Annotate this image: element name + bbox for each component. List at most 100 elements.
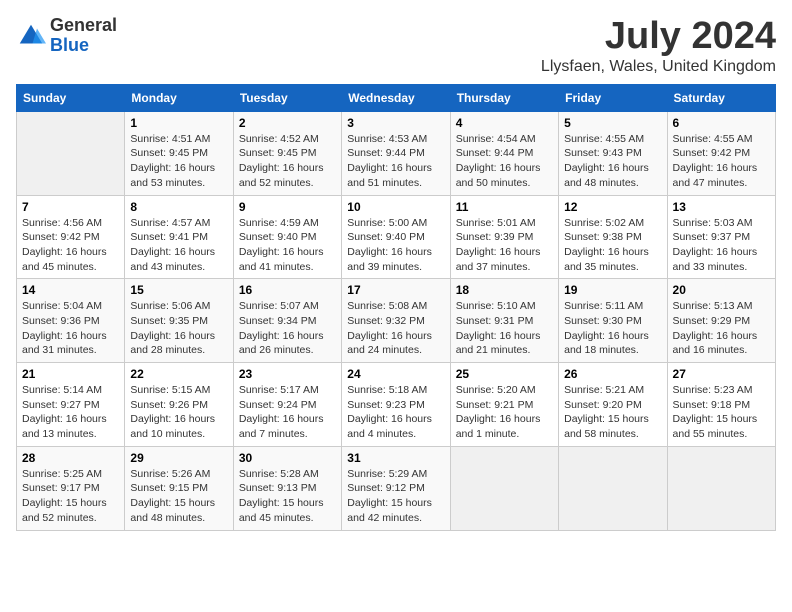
- day-number: 7: [22, 200, 119, 214]
- calendar-cell: [559, 446, 667, 530]
- day-number: 21: [22, 367, 119, 381]
- calendar-cell: 3 Sunrise: 4:53 AMSunset: 9:44 PMDaylight…: [342, 111, 450, 195]
- day-number: 11: [456, 200, 553, 214]
- weekday-header-cell: Monday: [125, 84, 233, 111]
- calendar-cell: 5 Sunrise: 4:55 AMSunset: 9:43 PMDaylight…: [559, 111, 667, 195]
- weekday-header-row: SundayMondayTuesdayWednesdayThursdayFrid…: [17, 84, 776, 111]
- calendar-cell: 14Sunrise: 5:04 AMSunset: 9:36 PMDayligh…: [17, 279, 125, 363]
- day-info: Sunrise: 5:21 AMSunset: 9:20 PMDaylight:…: [564, 383, 661, 442]
- page-subtitle: Llysfaen, Wales, United Kingdom: [541, 58, 776, 76]
- day-number: 2: [239, 116, 336, 130]
- day-info: Sunrise: 5:26 AMSunset: 9:15 PMDaylight:…: [130, 467, 227, 526]
- weekday-header-cell: Saturday: [667, 84, 775, 111]
- day-info: Sunrise: 5:03 AMSunset: 9:37 PMDaylight:…: [673, 216, 770, 275]
- calendar-cell: [450, 446, 558, 530]
- day-number: 19: [564, 283, 661, 297]
- day-number: 28: [22, 451, 119, 465]
- calendar-cell: 26 Sunrise: 5:21 AMSunset: 9:20 PMDayligh…: [559, 363, 667, 447]
- calendar-cell: 20Sunrise: 5:13 AMSunset: 9:29 PMDayligh…: [667, 279, 775, 363]
- day-number: 3: [347, 116, 444, 130]
- weekday-header-cell: Tuesday: [233, 84, 341, 111]
- day-number: 5: [564, 116, 661, 130]
- calendar-row: 7 Sunrise: 4:56 AMSunset: 9:42 PMDaylight…: [17, 195, 776, 279]
- calendar-cell: 10 Sunrise: 5:00 AMSunset: 9:40 PMDayligh…: [342, 195, 450, 279]
- calendar-cell: 25 Sunrise: 5:20 AMSunset: 9:21 PMDayligh…: [450, 363, 558, 447]
- day-info: Sunrise: 4:52 AMSunset: 9:45 PMDaylight:…: [239, 132, 336, 191]
- calendar-cell: 7 Sunrise: 4:56 AMSunset: 9:42 PMDaylight…: [17, 195, 125, 279]
- day-number: 26: [564, 367, 661, 381]
- logo-icon: [16, 21, 46, 51]
- day-number: 14: [22, 283, 119, 297]
- calendar-cell: 12Sunrise: 5:02 AMSunset: 9:38 PMDayligh…: [559, 195, 667, 279]
- day-info: Sunrise: 5:15 AMSunset: 9:26 PMDaylight:…: [130, 383, 227, 442]
- calendar-cell: 31Sunrise: 5:29 AMSunset: 9:12 PMDayligh…: [342, 446, 450, 530]
- day-number: 30: [239, 451, 336, 465]
- day-number: 17: [347, 283, 444, 297]
- day-info: Sunrise: 4:54 AMSunset: 9:44 PMDaylight:…: [456, 132, 553, 191]
- calendar-row: 28 Sunrise: 5:25 AMSunset: 9:17 PMDayligh…: [17, 446, 776, 530]
- day-info: Sunrise: 4:55 AMSunset: 9:42 PMDaylight:…: [673, 132, 770, 191]
- day-info: Sunrise: 5:00 AMSunset: 9:40 PMDaylight:…: [347, 216, 444, 275]
- day-number: 12: [564, 200, 661, 214]
- calendar-cell: 16Sunrise: 5:07 AMSunset: 9:34 PMDayligh…: [233, 279, 341, 363]
- day-info: Sunrise: 5:14 AMSunset: 9:27 PMDaylight:…: [22, 383, 119, 442]
- calendar-cell: 18 Sunrise: 5:10 AMSunset: 9:31 PMDayligh…: [450, 279, 558, 363]
- day-info: Sunrise: 5:17 AMSunset: 9:24 PMDaylight:…: [239, 383, 336, 442]
- day-info: Sunrise: 5:23 AMSunset: 9:18 PMDaylight:…: [673, 383, 770, 442]
- day-number: 27: [673, 367, 770, 381]
- day-info: Sunrise: 5:11 AMSunset: 9:30 PMDaylight:…: [564, 299, 661, 358]
- day-info: Sunrise: 5:08 AMSunset: 9:32 PMDaylight:…: [347, 299, 444, 358]
- calendar-cell: 9Sunrise: 4:59 AMSunset: 9:40 PMDaylight…: [233, 195, 341, 279]
- day-number: 18: [456, 283, 553, 297]
- day-number: 13: [673, 200, 770, 214]
- calendar-cell: 13 Sunrise: 5:03 AMSunset: 9:37 PMDayligh…: [667, 195, 775, 279]
- day-info: Sunrise: 5:13 AMSunset: 9:29 PMDaylight:…: [673, 299, 770, 358]
- calendar-cell: 27 Sunrise: 5:23 AMSunset: 9:18 PMDayligh…: [667, 363, 775, 447]
- logo-blue-text: Blue: [50, 35, 89, 55]
- day-number: 9: [239, 200, 336, 214]
- calendar-cell: 11 Sunrise: 5:01 AMSunset: 9:39 PMDayligh…: [450, 195, 558, 279]
- day-info: Sunrise: 5:01 AMSunset: 9:39 PMDaylight:…: [456, 216, 553, 275]
- weekday-header-cell: Friday: [559, 84, 667, 111]
- day-info: Sunrise: 4:56 AMSunset: 9:42 PMDaylight:…: [22, 216, 119, 275]
- day-info: Sunrise: 4:53 AMSunset: 9:44 PMDaylight:…: [347, 132, 444, 191]
- calendar-row: 1Sunrise: 4:51 AMSunset: 9:45 PMDaylight…: [17, 111, 776, 195]
- weekday-header-cell: Thursday: [450, 84, 558, 111]
- day-info: Sunrise: 5:10 AMSunset: 9:31 PMDaylight:…: [456, 299, 553, 358]
- calendar-cell: [17, 111, 125, 195]
- day-info: Sunrise: 5:20 AMSunset: 9:21 PMDaylight:…: [456, 383, 553, 442]
- calendar-cell: 30 Sunrise: 5:28 AMSunset: 9:13 PMDayligh…: [233, 446, 341, 530]
- calendar-cell: [667, 446, 775, 530]
- calendar-body: 1Sunrise: 4:51 AMSunset: 9:45 PMDaylight…: [17, 111, 776, 530]
- calendar-cell: 6 Sunrise: 4:55 AMSunset: 9:42 PMDaylight…: [667, 111, 775, 195]
- day-info: Sunrise: 4:55 AMSunset: 9:43 PMDaylight:…: [564, 132, 661, 191]
- day-number: 29: [130, 451, 227, 465]
- day-number: 6: [673, 116, 770, 130]
- day-number: 25: [456, 367, 553, 381]
- day-info: Sunrise: 5:06 AMSunset: 9:35 PMDaylight:…: [130, 299, 227, 358]
- day-number: 24: [347, 367, 444, 381]
- calendar-cell: 4Sunrise: 4:54 AMSunset: 9:44 PMDaylight…: [450, 111, 558, 195]
- day-info: Sunrise: 4:57 AMSunset: 9:41 PMDaylight:…: [130, 216, 227, 275]
- calendar-cell: 21 Sunrise: 5:14 AMSunset: 9:27 PMDayligh…: [17, 363, 125, 447]
- calendar-cell: 23Sunrise: 5:17 AMSunset: 9:24 PMDayligh…: [233, 363, 341, 447]
- calendar-row: 21 Sunrise: 5:14 AMSunset: 9:27 PMDayligh…: [17, 363, 776, 447]
- calendar-cell: 28 Sunrise: 5:25 AMSunset: 9:17 PMDayligh…: [17, 446, 125, 530]
- calendar-table: SundayMondayTuesdayWednesdayThursdayFrid…: [16, 84, 776, 531]
- day-info: Sunrise: 4:51 AMSunset: 9:45 PMDaylight:…: [130, 132, 227, 191]
- logo: General Blue: [16, 16, 117, 56]
- title-area: July 2024 Llysfaen, Wales, United Kingdo…: [541, 16, 776, 76]
- day-number: 10: [347, 200, 444, 214]
- calendar-cell: 15Sunrise: 5:06 AMSunset: 9:35 PMDayligh…: [125, 279, 233, 363]
- day-number: 16: [239, 283, 336, 297]
- header: General Blue July 2024 Llysfaen, Wales, …: [16, 16, 776, 76]
- calendar-row: 14Sunrise: 5:04 AMSunset: 9:36 PMDayligh…: [17, 279, 776, 363]
- day-number: 8: [130, 200, 227, 214]
- weekday-header-cell: Wednesday: [342, 84, 450, 111]
- calendar-cell: 19 Sunrise: 5:11 AMSunset: 9:30 PMDayligh…: [559, 279, 667, 363]
- page-title: July 2024: [541, 16, 776, 58]
- day-info: Sunrise: 5:25 AMSunset: 9:17 PMDaylight:…: [22, 467, 119, 526]
- day-number: 22: [130, 367, 227, 381]
- calendar-cell: 24Sunrise: 5:18 AMSunset: 9:23 PMDayligh…: [342, 363, 450, 447]
- day-info: Sunrise: 5:28 AMSunset: 9:13 PMDaylight:…: [239, 467, 336, 526]
